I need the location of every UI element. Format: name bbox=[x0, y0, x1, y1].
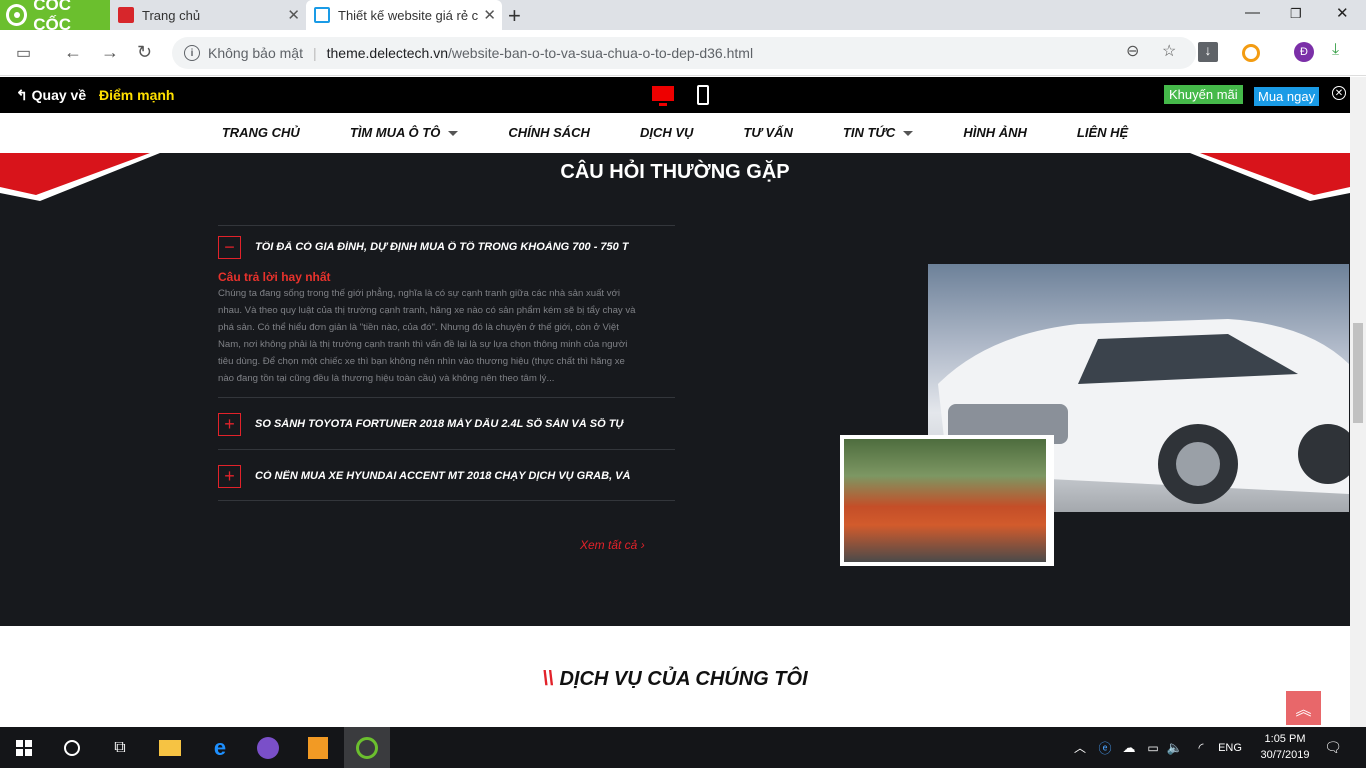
faq-item: + SO SÁNH TOYOTA FORTUNER 2018 MÁY DẦU 2… bbox=[218, 397, 675, 449]
back-link[interactable]: ↰ Quay về bbox=[16, 87, 86, 104]
delectech-favicon-icon bbox=[314, 7, 330, 23]
tab-title: Thiết kế website giá rẻ chỉ bbox=[338, 7, 478, 23]
system-clock[interactable]: 1:05 PM 30/7/2019 bbox=[1250, 731, 1320, 763]
volume-icon[interactable]: 🔈 bbox=[1166, 727, 1184, 768]
sports-car-photo bbox=[840, 435, 1054, 566]
site-favicon-icon bbox=[118, 7, 134, 23]
promo-button[interactable]: Khuyến mãi bbox=[1164, 85, 1243, 104]
ie-tray-icon[interactable]: ⓔ bbox=[1096, 727, 1114, 768]
main-menu: TRANG CHỦ TÌM MUA Ô TÔ CHÍNH SÁCH DỊCH V… bbox=[0, 113, 1350, 153]
close-tab-icon[interactable]: ✕ bbox=[287, 6, 300, 24]
start-button[interactable] bbox=[0, 727, 48, 768]
scrollbar-thumb[interactable] bbox=[1353, 323, 1363, 423]
sublime-text-icon[interactable] bbox=[296, 727, 340, 768]
website-viewport: TRANG CHỦ TÌM MUA Ô TÔ CHÍNH SÁCH DỊCH V… bbox=[0, 113, 1350, 727]
task-view-icon[interactable]: ⧉ bbox=[98, 727, 142, 768]
answer-text: Chúng ta đang sống trong thế giới phẳng,… bbox=[218, 288, 636, 384]
browser-tab-strip: CỐC CỐC Trang chủ ✕ Thiết kế website giá… bbox=[0, 0, 1366, 34]
tab-title: Trang chủ bbox=[142, 7, 201, 23]
clock-date: 30/7/2019 bbox=[1260, 749, 1310, 761]
zoom-icon[interactable]: ⊖ bbox=[1126, 41, 1139, 61]
caret-down-icon bbox=[903, 131, 914, 137]
search-circle-icon[interactable] bbox=[50, 727, 94, 768]
bookmark-star-icon[interactable]: ☆ bbox=[1162, 41, 1176, 61]
desktop-view-icon[interactable] bbox=[652, 86, 674, 106]
menu-item-services[interactable]: DỊCH VỤ bbox=[615, 113, 718, 153]
double-slash-icon: \\ bbox=[542, 668, 554, 690]
reload-icon[interactable]: ↻ bbox=[137, 42, 152, 63]
tab-home[interactable]: Trang chủ ✕ bbox=[110, 0, 306, 30]
menu-item-find-car[interactable]: TÌM MUA Ô TÔ bbox=[325, 113, 484, 153]
new-tab-button[interactable]: + bbox=[508, 3, 521, 29]
faq-item: − TÔI ĐÃ CÓ GIA ĐÌNH, DỰ ĐỊNH MUA Ô TÔ T… bbox=[218, 225, 675, 397]
back-arrow-icon[interactable]: ← bbox=[64, 42, 82, 63]
faq-question: TÔI ĐÃ CÓ GIA ĐÌNH, DỰ ĐỊNH MUA Ô TÔ TRO… bbox=[255, 241, 629, 253]
coccoc-taskbar-icon[interactable] bbox=[344, 727, 390, 768]
coccoc-logo-icon bbox=[6, 4, 28, 26]
url-path: /website-ban-o-to-va-sua-chua-o-to-dep-d… bbox=[448, 45, 754, 61]
tab-active[interactable]: Thiết kế website giá rẻ chỉ ✕ bbox=[306, 0, 502, 30]
highlights-link[interactable]: Điểm mạnh bbox=[99, 87, 174, 103]
faq-heading: CÂU HỎI THƯỜNG GẶP bbox=[560, 161, 790, 183]
window-close-icon[interactable]: ✕ bbox=[1336, 4, 1349, 22]
forward-arrow-icon[interactable]: → bbox=[101, 42, 119, 63]
answer-label: Câu trả lời hay nhất bbox=[218, 270, 331, 284]
minimize-icon[interactable]: — bbox=[1245, 4, 1260, 21]
menu-item-news[interactable]: TIN TỨC bbox=[818, 113, 938, 153]
menu-item-gallery[interactable]: HÌNH ẢNH bbox=[938, 113, 1052, 153]
edge-browser-icon[interactable]: e bbox=[198, 727, 242, 768]
plus-icon[interactable]: + bbox=[218, 464, 241, 488]
app-cat-icon[interactable] bbox=[246, 727, 290, 768]
url-separator: | bbox=[312, 45, 317, 61]
services-heading: \\ DỊCH VỤ CỦA CHÚNG TÔI bbox=[542, 668, 808, 690]
language-indicator[interactable]: ENG bbox=[1216, 727, 1244, 768]
browser-toolbar: ▭ ← → ↻ i Không bảo mật | theme.delectec… bbox=[0, 30, 1366, 76]
cloud-icon[interactable]: ☁ bbox=[1120, 727, 1138, 768]
file-explorer-icon[interactable] bbox=[148, 727, 192, 768]
security-label: Không bảo mật bbox=[208, 45, 303, 61]
mobile-view-icon[interactable] bbox=[697, 85, 709, 105]
menu-item-home[interactable]: TRANG CHỦ bbox=[197, 113, 325, 153]
downloads-icon[interactable]: ⤓ bbox=[1332, 41, 1339, 59]
url-domain: theme.delectech.vn bbox=[326, 45, 449, 61]
theme-preview-bar: ↰ Quay về Điểm mạnh Khuyến mãi Mua ngay … bbox=[0, 77, 1350, 113]
faq-question-toggle[interactable]: + CÓ NÊN MUA XE HYUNDAI ACCENT MT 2018 C… bbox=[218, 450, 675, 502]
caret-down-icon bbox=[448, 131, 459, 137]
sports-car-image bbox=[844, 439, 1046, 562]
windows-taskbar: ⧉ e ︿ ⓔ ☁ ▭ 🔈 ◜ ENG 1:05 PM 30/7/2019 🗨 bbox=[0, 727, 1366, 768]
address-bar[interactable]: i Không bảo mật | theme.delectech.vn /we… bbox=[172, 37, 1196, 69]
menu-item-policy[interactable]: CHÍNH SÁCH bbox=[483, 113, 615, 153]
faq-question: CÓ NÊN MUA XE HYUNDAI ACCENT MT 2018 CHẠ… bbox=[255, 470, 631, 482]
faq-question: SO SÁNH TOYOTA FORTUNER 2018 MÁY DẦU 2.4… bbox=[255, 418, 625, 430]
chevron-up-icon[interactable]: ︿ bbox=[1072, 727, 1088, 768]
back-to-top-button[interactable]: ︽ bbox=[1286, 691, 1321, 725]
faq-item: + CÓ NÊN MUA XE HYUNDAI ACCENT MT 2018 C… bbox=[218, 449, 675, 501]
battery-icon[interactable]: ▭ bbox=[1144, 727, 1162, 768]
minus-icon[interactable]: − bbox=[218, 235, 241, 259]
wifi-icon[interactable]: ◜ bbox=[1192, 727, 1210, 768]
view-all-link[interactable]: Xem tất cả › bbox=[580, 538, 645, 552]
faq-question-toggle[interactable]: − TÔI ĐÃ CÓ GIA ĐÌNH, DỰ ĐỊNH MUA Ô TÔ T… bbox=[218, 226, 675, 268]
menu-item-contact[interactable]: LIÊN HỆ bbox=[1052, 113, 1153, 153]
buy-now-button[interactable]: Mua ngay bbox=[1254, 87, 1320, 106]
coccoc-menu-button[interactable]: CỐC CỐC bbox=[0, 0, 110, 34]
clock-time: 1:05 PM bbox=[1264, 733, 1306, 745]
menu-item-advice[interactable]: TƯ VẤN bbox=[718, 113, 818, 153]
extension-icon[interactable] bbox=[1242, 44, 1260, 62]
faq-question-toggle[interactable]: + SO SÁNH TOYOTA FORTUNER 2018 MÁY DẦU 2… bbox=[218, 398, 675, 450]
profile-avatar[interactable]: Đ bbox=[1294, 42, 1314, 62]
windows-logo-icon bbox=[16, 739, 32, 756]
close-preview-icon[interactable]: ✕ bbox=[1332, 86, 1346, 100]
restore-icon[interactable]: ❐ bbox=[1290, 6, 1302, 22]
double-chevron-up-icon: ︽ bbox=[1295, 702, 1312, 719]
sidebar-toggle-icon[interactable]: ▭ bbox=[16, 43, 31, 63]
plus-icon[interactable]: + bbox=[218, 412, 241, 436]
faq-accordion: − TÔI ĐÃ CÓ GIA ĐÌNH, DỰ ĐỊNH MUA Ô TÔ T… bbox=[218, 225, 675, 501]
download-page-icon[interactable]: ↓ bbox=[1198, 42, 1218, 62]
close-tab-icon[interactable]: ✕ bbox=[483, 6, 496, 24]
info-icon[interactable]: i bbox=[184, 45, 200, 61]
notification-icon[interactable]: 🗨 bbox=[1322, 727, 1344, 768]
back-label: Quay về bbox=[31, 87, 87, 103]
page-scrollbar[interactable] bbox=[1350, 77, 1366, 727]
